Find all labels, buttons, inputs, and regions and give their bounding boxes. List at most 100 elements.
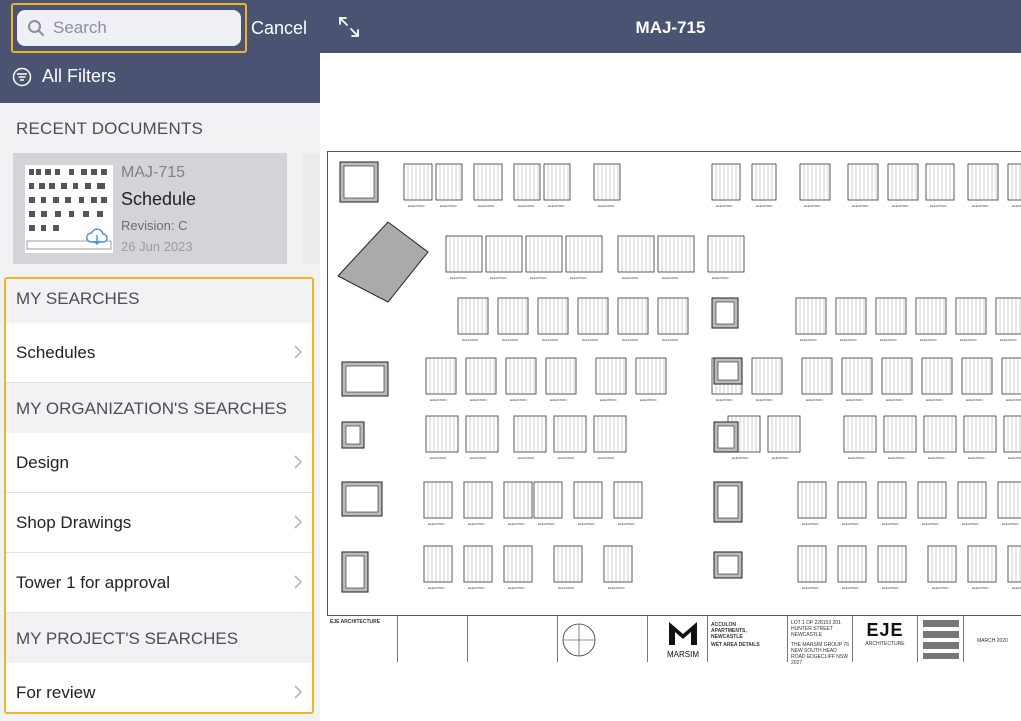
elevation-panel: ELEVATION (963, 415, 997, 460)
elevation-panel: ELEVATION (795, 297, 827, 342)
svg-text:ELEVATION: ELEVATION (842, 522, 858, 526)
svg-text:ELEVATION: ELEVATION (600, 398, 616, 402)
elevation-panel: ELEVATION (425, 357, 457, 402)
floor-plan (713, 421, 739, 453)
svg-text:ELEVATION: ELEVATION (886, 398, 902, 402)
floor-plan (713, 551, 743, 579)
svg-text:ELEVATION: ELEVATION (558, 456, 574, 460)
tb-divider (647, 616, 648, 662)
svg-text:ELEVATION: ELEVATION (510, 398, 526, 402)
svg-text:ELEVATION: ELEVATION (772, 456, 788, 460)
elevation-panel: ELEVATION (915, 297, 947, 342)
search-input[interactable] (53, 18, 223, 38)
elevation-panel: ELEVATION (1003, 415, 1021, 460)
svg-text:ELEVATION: ELEVATION (430, 398, 446, 402)
chevron-right-icon (294, 345, 302, 359)
document-viewer-title: MAJ-715 (635, 18, 706, 37)
next-card-peek[interactable] (303, 153, 320, 264)
recent-document-card[interactable]: MAJ-715 Schedule Revision: C 26 Jun 2023 (13, 153, 287, 264)
elevation-panel: ELEVATION (847, 163, 879, 208)
svg-text:ELEVATION: ELEVATION (598, 456, 614, 460)
elevation-panel: ELEVATION (463, 481, 493, 526)
elevation-panel: ELEVATION (837, 481, 867, 526)
firm-name-left: EJE ARCHITECTURE (330, 619, 381, 625)
all-filters-button[interactable]: All Filters (12, 66, 116, 87)
tb-divider (852, 616, 853, 662)
elevation-panel: ELEVATION (497, 297, 529, 342)
svg-text:ELEVATION: ELEVATION (802, 586, 818, 590)
tb-divider (557, 616, 558, 662)
elevation-panel: ELEVATION (1007, 163, 1021, 208)
svg-text:ELEVATION: ELEVATION (550, 398, 566, 402)
elevation-panel: ELEVATION (543, 163, 571, 208)
elevation-panel: ELEVATION (877, 545, 907, 590)
elevation-panel: ELEVATION (1001, 357, 1021, 402)
cancel-button[interactable]: Cancel (251, 18, 307, 39)
elevation-panel: ELEVATION (423, 545, 453, 590)
elevation-panel: ELEVATION (457, 297, 489, 342)
filter-icon (12, 67, 32, 86)
search-item-schedules[interactable]: Schedules (6, 323, 312, 383)
svg-text:ELEVATION: ELEVATION (1000, 338, 1016, 342)
elevation-panel: ELEVATION (835, 297, 867, 342)
svg-text:ELEVATION: ELEVATION (408, 204, 424, 208)
svg-text:ELEVATION: ELEVATION (716, 398, 732, 402)
elevation-panel: ELEVATION (957, 481, 987, 526)
svg-text:ELEVATION: ELEVATION (508, 586, 524, 590)
svg-text:ELEVATION: ELEVATION (800, 338, 816, 342)
search-item-for-review[interactable]: For review (6, 663, 312, 713)
title-bar (923, 642, 959, 649)
document-date: 26 Jun 2023 (121, 239, 193, 254)
svg-text:ELEVATION: ELEVATION (966, 398, 982, 402)
svg-text:ELEVATION: ELEVATION (440, 204, 456, 208)
document-code: MAJ-715 (121, 164, 186, 181)
svg-text:ELEVATION: ELEVATION (882, 522, 898, 526)
svg-text:ELEVATION: ELEVATION (756, 204, 772, 208)
svg-text:ELEVATION: ELEVATION (716, 204, 732, 208)
elevation-panel: ELEVATION (843, 415, 877, 460)
svg-text:ELEVATION: ELEVATION (1012, 586, 1021, 590)
tb-divider (397, 616, 398, 662)
search-field[interactable] (17, 10, 241, 46)
svg-text:ELEVATION: ELEVATION (518, 456, 534, 460)
elevation-panel: ELEVATION (921, 357, 953, 402)
svg-text:ELEVATION: ELEVATION (756, 398, 772, 402)
project-name: ACCULON APARTMENTS, NEWCASTLE (711, 622, 747, 640)
svg-text:ELEVATION: ELEVATION (930, 204, 946, 208)
search-item-shop-drawings[interactable]: Shop Drawings (6, 493, 312, 553)
svg-text:ELEVATION: ELEVATION (538, 522, 554, 526)
all-filters-label: All Filters (42, 66, 117, 86)
site-address: LOT 1 DP 228153 201 HUNTER STREET NEWCAS… (791, 620, 841, 638)
svg-text:ELEVATION: ELEVATION (846, 398, 862, 402)
eje-logo: EJE ARCHITECTURE (855, 620, 915, 647)
north-arrow-icon (562, 623, 596, 657)
sidebar-header: Cancel All Filters (0, 0, 320, 103)
elevation-panel: ELEVATION (617, 235, 655, 280)
drawing-canvas[interactable]: ELEVATION ELEVATION ELEVATION ELEVATION ELEV… (321, 53, 1021, 721)
elevation-panel: ELEVATION (657, 297, 689, 342)
elevation-panel: ELEVATION (503, 481, 533, 526)
elevation-panel: ELEVATION (799, 163, 831, 208)
elevation-panel: ELEVATION (797, 481, 827, 526)
recent-documents-heading: RECENT DOCUMENTS (16, 119, 204, 138)
elevation-panel: ELEVATION (967, 545, 997, 590)
search-item-tower-1[interactable]: Tower 1 for approval (6, 553, 312, 613)
svg-text:ELEVATION: ELEVATION (922, 522, 938, 526)
elevation-panel: ELEVATION (657, 235, 695, 280)
svg-text:ELEVATION: ELEVATION (848, 456, 864, 460)
angled-floor-plan (337, 221, 429, 303)
svg-text:ELEVATION: ELEVATION (558, 586, 574, 590)
svg-text:ELEVATION: ELEVATION (640, 398, 656, 402)
svg-text:ELEVATION: ELEVATION (578, 522, 594, 526)
search-item-design[interactable]: Design (6, 433, 312, 493)
svg-text:ELEVATION: ELEVATION (1012, 204, 1021, 208)
tb-divider (917, 616, 918, 662)
svg-text:ELEVATION: ELEVATION (804, 204, 820, 208)
cloud-download-icon (86, 228, 108, 245)
document-revision: Revision: C (121, 218, 188, 233)
chevron-right-icon (294, 685, 302, 699)
svg-text:ELEVATION: ELEVATION (530, 276, 546, 280)
elevation-panel: ELEVATION (923, 415, 957, 460)
svg-text:ELEVATION: ELEVATION (622, 276, 638, 280)
marsim-logo-text: MARSIM (667, 650, 699, 659)
